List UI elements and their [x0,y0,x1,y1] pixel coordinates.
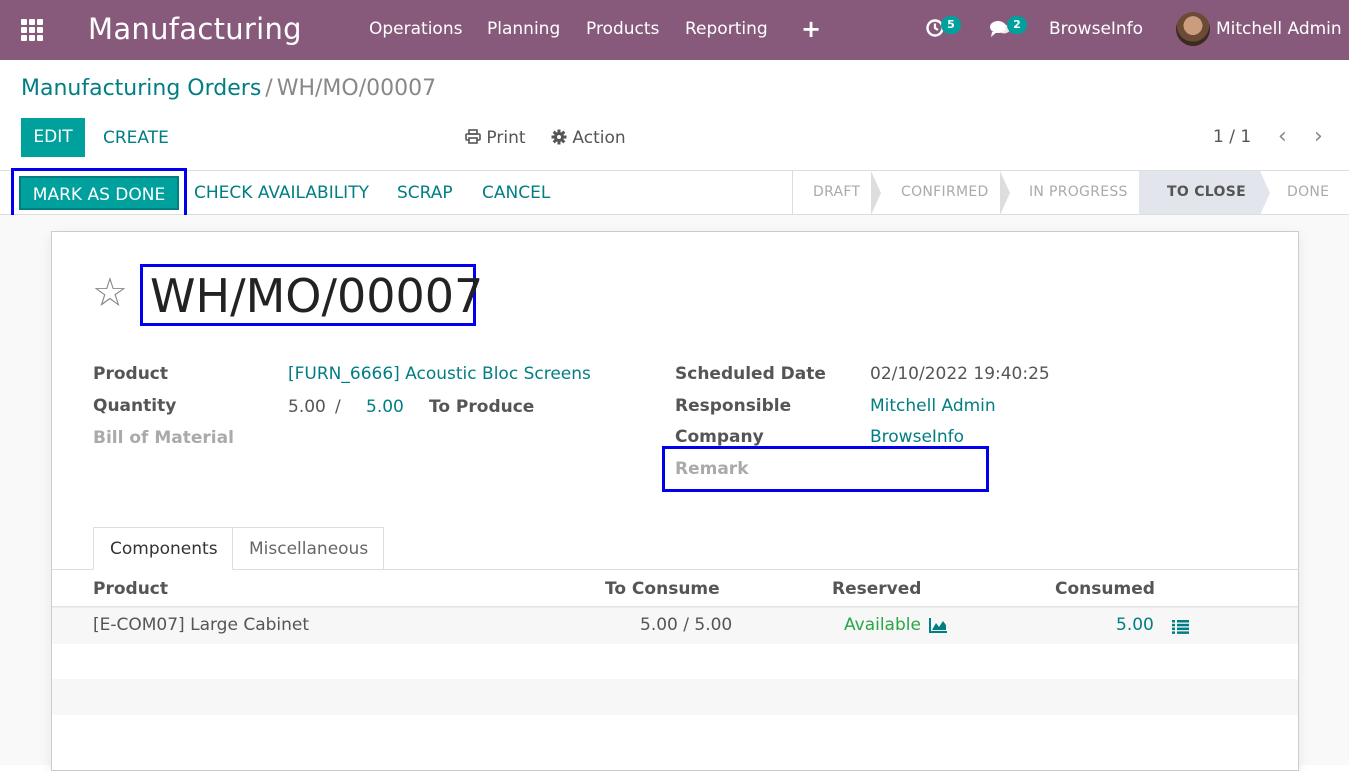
company-switcher[interactable]: BrowseInfo [1049,19,1143,39]
star-icon[interactable]: ☆ [92,273,128,313]
stage-separator [1000,171,1010,215]
cancel-button[interactable]: CANCEL [482,183,550,203]
stage-confirmed[interactable]: CONFIRMED [901,171,989,214]
messages-button[interactable]: 2 [989,16,1027,42]
detailed-operations-icon[interactable] [1172,619,1189,638]
quantity-to-produce[interactable]: 5.00 [366,397,404,417]
activity-badge: 5 [941,16,961,34]
app-title[interactable]: Manufacturing [88,12,302,46]
chevron-right-icon[interactable]: › [1314,124,1323,149]
scheduled-date-field: 02/10/2022 19:40:25 [870,364,1050,384]
table-row [52,679,1298,715]
plus-icon[interactable]: + [801,15,821,43]
action-button[interactable]: Action [551,128,626,148]
stage-to-close[interactable]: TO CLOSE [1139,171,1260,214]
action-label: Action [572,128,626,148]
stage-done[interactable]: DONE [1287,171,1329,214]
row-to-consume: 5.00 / 5.00 [640,615,733,635]
breadcrumb: Manufacturing Orders / WH/MO/00007 [21,76,436,101]
column-header-to-consume[interactable]: To Consume [605,579,720,599]
stage-pipeline: DRAFT CONFIRMED IN PROGRESS TO CLOSE DON… [792,171,1349,215]
column-header-product[interactable]: Product [93,579,168,599]
messages-badge: 2 [1007,16,1027,34]
tab-components[interactable]: Components [93,527,233,570]
menu-operations[interactable]: Operations [369,19,462,39]
company-label: Company [675,427,764,447]
apps-menu-icon[interactable] [21,19,45,41]
responsible-label: Responsible [675,396,792,416]
mark-as-done-button[interactable]: MARK AS DONE [19,176,179,210]
row-consumed[interactable]: 5.00 [1116,615,1154,635]
row-product[interactable]: [E-COM07] Large Cabinet [93,615,309,635]
menu-planning[interactable]: Planning [487,19,560,39]
stage-in-progress[interactable]: IN PROGRESS [1029,171,1128,214]
responsible-field[interactable]: Mitchell Admin [870,396,996,416]
avatar[interactable] [1176,12,1210,46]
bom-label: Bill of Material [93,428,234,448]
stage-separator [1260,171,1270,215]
quantity-produced: 5.00 [288,397,326,417]
print-icon [465,129,481,144]
breadcrumb-separator: / [265,76,273,101]
gear-icon [551,129,567,145]
product-label: Product [93,364,168,384]
company-field[interactable]: BrowseInfo [870,427,964,447]
check-availability-button[interactable]: CHECK AVAILABILITY [194,183,369,203]
quantity-separator: / [335,397,341,417]
user-menu[interactable]: Mitchell Admin [1216,19,1342,39]
create-button[interactable]: CREATE [103,128,169,148]
remark-label: Remark [675,459,749,479]
stage-draft[interactable]: DRAFT [813,171,860,214]
page-title: WH/MO/00007 [150,269,484,323]
tab-miscellaneous[interactable]: Miscellaneous [233,527,384,570]
chevron-left-icon[interactable]: ‹ [1278,124,1287,149]
stage-separator [871,171,881,215]
activity-button[interactable]: 5 [925,16,961,42]
print-button[interactable]: Print [465,128,526,148]
quantity-label: Quantity [93,396,177,416]
breadcrumb-parent[interactable]: Manufacturing Orders [21,76,261,101]
edit-button[interactable]: EDIT [21,118,85,157]
column-header-consumed[interactable]: Consumed [1055,579,1155,599]
scrap-button[interactable]: SCRAP [397,183,453,203]
to-produce-label: To Produce [429,397,535,417]
scheduled-date-label: Scheduled Date [675,364,826,384]
forecast-chart-icon[interactable] [929,617,948,637]
row-reserved-status: Available [844,615,921,635]
menu-reporting[interactable]: Reporting [685,19,768,39]
pager-value[interactable]: 1 / 1 [1213,127,1251,147]
product-field[interactable]: [FURN_6666] Acoustic Bloc Screens [288,364,591,384]
print-label: Print [486,128,526,148]
menu-products[interactable]: Products [586,19,659,39]
breadcrumb-current: WH/MO/00007 [276,76,437,101]
top-navbar: Manufacturing Operations Planning Produc… [0,0,1349,60]
column-header-reserved[interactable]: Reserved [832,579,921,599]
